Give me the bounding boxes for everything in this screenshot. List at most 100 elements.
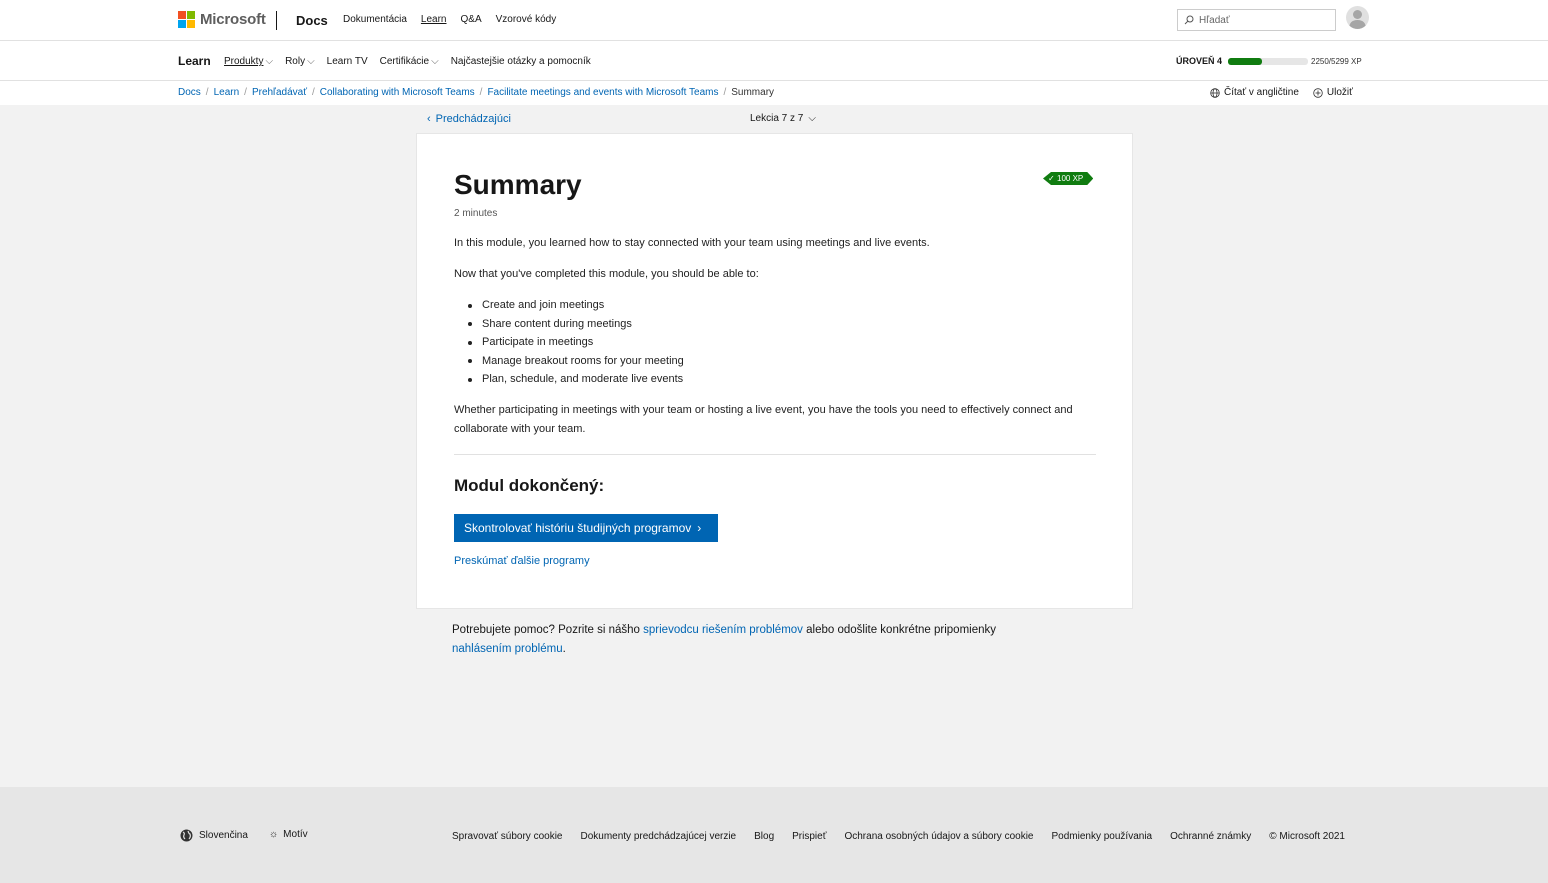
chevron-down-icon: ⌵ xyxy=(307,56,315,67)
footer-links: Spravovať súbory cookie Dokumenty predch… xyxy=(452,831,1345,842)
footer-link-privacy[interactable]: Ochrana osobných údajov a súbory cookie xyxy=(844,831,1033,842)
help-text-part: Potrebujete pomoc? Pozrite si nášho xyxy=(452,624,644,636)
copyright: © Microsoft 2021 xyxy=(1269,831,1345,842)
subnav-menu: Produkty ⌵ Roly ⌵ Learn TV Certifikácie ⌵ N… xyxy=(224,56,591,67)
troubleshooting-guide-link[interactable]: sprievodcu riešením problémov xyxy=(643,624,803,636)
chevron-right-icon: › xyxy=(697,521,702,535)
footer-link-cookies[interactable]: Spravovať súbory cookie xyxy=(452,831,562,842)
explore-more-link[interactable]: Preskúmať ďalšie programy xyxy=(454,555,590,567)
lesson-dropdown[interactable]: Lekcia 7 z 7 ⌵ xyxy=(750,113,816,124)
xp-badge-label: 100 XP xyxy=(1057,174,1084,183)
sun-icon: ☼ xyxy=(269,829,279,840)
microsoft-logo[interactable]: Microsoft xyxy=(178,11,266,28)
xp-badge: ✓ 100 XP xyxy=(1043,172,1093,185)
top-nav: Dokumentácia Learn Q&A Vzorové kódy xyxy=(343,14,556,25)
learn-subnav: Learn Produkty ⌵ Roly ⌵ Learn TV Certifiká… xyxy=(0,41,1548,81)
breadcrumb-module[interactable]: Facilitate meetings and events with Micr… xyxy=(487,87,718,98)
page-title: Summary xyxy=(454,169,582,200)
user-icon xyxy=(1349,10,1366,29)
help-text: Potrebujete pomoc? Pozrite si nášho spri… xyxy=(452,621,1052,658)
subnav-products-label: Produkty xyxy=(224,56,264,67)
unit-content-card: Summary 2 minutes ✓ 100 XP In this modul… xyxy=(416,133,1133,609)
language-selector[interactable]: Slovenčina xyxy=(180,829,248,842)
footer-link-trademarks[interactable]: Ochranné známky xyxy=(1170,831,1251,842)
review-history-button[interactable]: Skontrolovať históriu študijných program… xyxy=(454,514,718,542)
logo-text: Microsoft xyxy=(200,11,266,28)
review-history-label: Skontrolovať históriu študijných program… xyxy=(464,521,692,535)
globe-icon xyxy=(1210,87,1220,98)
subnav-certifications-label: Certifikácie xyxy=(379,56,430,67)
help-text-part: alebo odošlite konkrétne pripomienky xyxy=(802,624,996,636)
nav-code-samples[interactable]: Vzorové kódy xyxy=(496,14,557,25)
list-item: Create and join meetings xyxy=(468,296,684,315)
breadcrumb-trail: Docs / Learn / Prehľadávať / Collaborating … xyxy=(178,87,774,98)
search-input[interactable]: Hľadať xyxy=(1177,9,1336,31)
subnav-products[interactable]: Produkty ⌵ xyxy=(224,56,273,67)
language-label: Slovenčina xyxy=(199,830,248,841)
checkmark-icon: ✓ xyxy=(1048,174,1055,183)
save-button[interactable]: Uložiť xyxy=(1313,87,1353,98)
breadcrumb-separator: / xyxy=(311,87,315,98)
docs-link[interactable]: Docs xyxy=(296,13,328,28)
read-in-english-button[interactable]: Čítať v angličtine xyxy=(1210,87,1299,98)
search-icon xyxy=(1184,15,1194,25)
save-label: Uložiť xyxy=(1326,87,1353,98)
breadcrumb-learning-path[interactable]: Collaborating with Microsoft Teams xyxy=(320,87,475,98)
nav-learn[interactable]: Learn xyxy=(421,14,447,25)
theme-label: Motív xyxy=(283,829,308,840)
nav-dokumentacia[interactable]: Dokumentácia xyxy=(343,14,407,25)
breadcrumb-separator: / xyxy=(479,87,483,98)
theme-selector[interactable]: ☼ Motív xyxy=(269,829,308,840)
duration: 2 minutes xyxy=(454,208,498,219)
footer-link-terms[interactable]: Podmienky používania xyxy=(1051,831,1152,842)
nav-qa[interactable]: Q&A xyxy=(461,14,482,25)
xp-text: 2250/5299 XP xyxy=(1311,57,1362,66)
header-divider xyxy=(276,11,277,30)
footer-link-blog[interactable]: Blog xyxy=(754,831,774,842)
avatar[interactable] xyxy=(1346,6,1369,29)
objectives-list: Create and join meetings Share content d… xyxy=(468,296,684,389)
intro-paragraph: In this module, you learned how to stay … xyxy=(454,237,930,249)
list-item: Plan, schedule, and moderate live events xyxy=(468,370,684,389)
list-item: Manage breakout rooms for your meeting xyxy=(468,352,684,371)
breadcrumb-current: Summary xyxy=(731,87,775,98)
breadcrumb-learn[interactable]: Learn xyxy=(214,87,240,98)
lesson-label: Lekcia 7 z 7 xyxy=(750,113,804,124)
breadcrumb-browse[interactable]: Prehľadávať xyxy=(252,87,307,98)
chevron-down-icon: ⌵ xyxy=(431,56,439,67)
footer-link-contribute[interactable]: Prispieť xyxy=(792,831,826,842)
chevron-down-icon: ⌵ xyxy=(265,56,274,67)
breadcrumb-docs[interactable]: Docs xyxy=(178,87,201,98)
level-label: ÚROVEŇ 4 xyxy=(1176,56,1223,66)
subnav-learn-tv[interactable]: Learn TV xyxy=(327,56,368,67)
search-placeholder: Hľadať xyxy=(1199,14,1230,26)
breadcrumb-separator: / xyxy=(723,87,727,98)
previous-unit-link[interactable]: ‹ Predchádzajúci xyxy=(427,113,511,125)
globe-icon xyxy=(180,829,193,842)
breadcrumb: Docs / Learn / Prehľadávať / Collaborating … xyxy=(0,81,1548,105)
chevron-left-icon: ‹ xyxy=(427,113,431,125)
subnav-roles[interactable]: Roly ⌵ xyxy=(285,56,315,67)
footer-link-previous-docs[interactable]: Dokumenty predchádzajúcej verzie xyxy=(580,831,736,842)
breadcrumb-actions: Čítať v angličtine Uložiť xyxy=(1210,87,1353,98)
footer: Slovenčina ☼ Motív Spravovať súbory cook… xyxy=(0,787,1548,883)
chevron-down-icon: ⌵ xyxy=(808,113,816,124)
previous-label: Predchádzajúci xyxy=(435,113,511,125)
xp-progress-bar xyxy=(1228,57,1309,65)
read-in-english-label: Čítať v angličtine xyxy=(1224,87,1299,98)
module-complete-heading: Modul dokončený: xyxy=(454,476,605,495)
xp-progress-fill xyxy=(1228,57,1263,65)
list-item: Share content during meetings xyxy=(468,315,684,334)
top-header: Microsoft Docs Dokumentácia Learn Q&A Vz… xyxy=(0,0,1548,41)
help-text-part: . xyxy=(562,642,566,655)
subnav-faq[interactable]: Najčastejšie otázky a pomocník xyxy=(451,56,591,67)
learn-brand[interactable]: Learn xyxy=(178,54,211,68)
breadcrumb-separator: / xyxy=(244,87,247,98)
subnav-certifications[interactable]: Certifikácie ⌵ xyxy=(380,56,439,67)
list-item: Participate in meetings xyxy=(468,333,684,352)
level-indicator[interactable]: ÚROVEŇ 4 xyxy=(1176,56,1309,66)
breadcrumb-separator: / xyxy=(205,87,209,98)
report-issue-link[interactable]: nahlásením problému xyxy=(452,643,563,655)
subnav-roles-label: Roly xyxy=(285,56,306,67)
divider xyxy=(454,454,1096,455)
